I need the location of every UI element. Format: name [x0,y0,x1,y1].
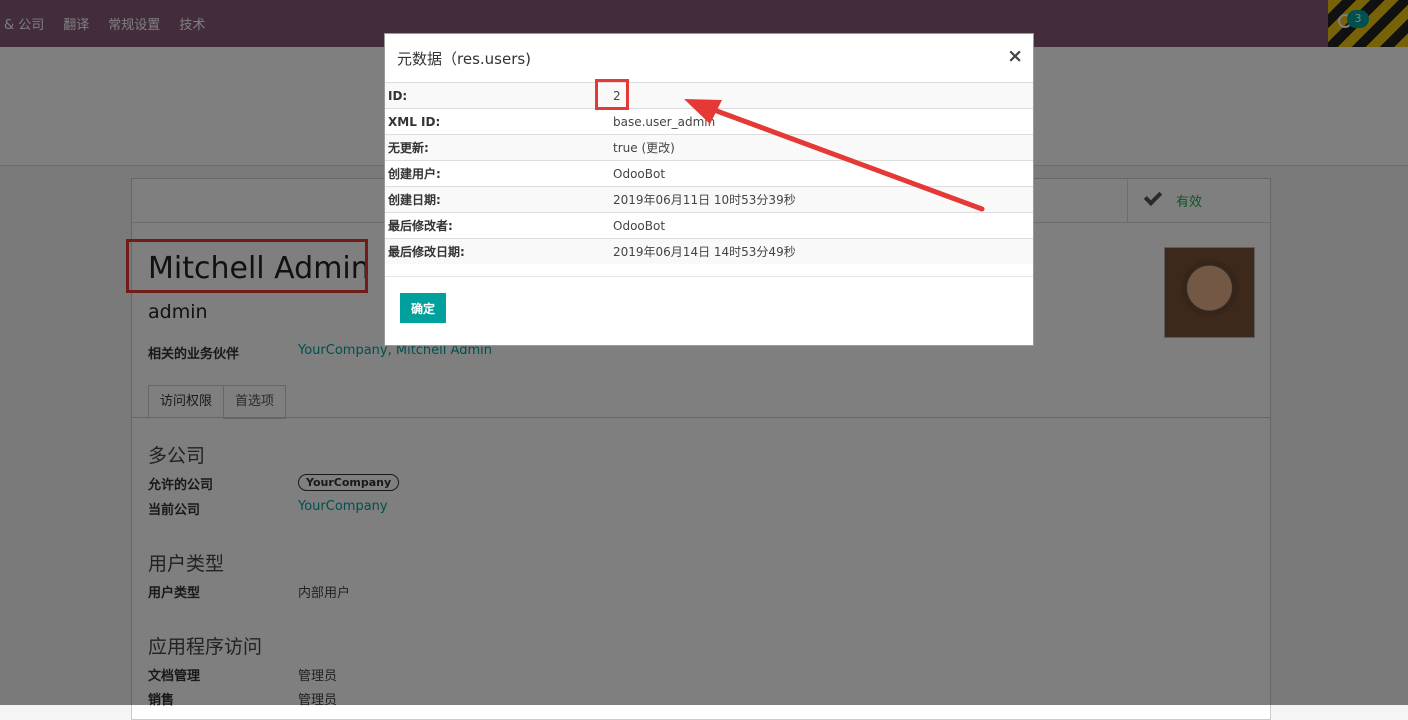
annotation-arrow [684,99,985,212]
